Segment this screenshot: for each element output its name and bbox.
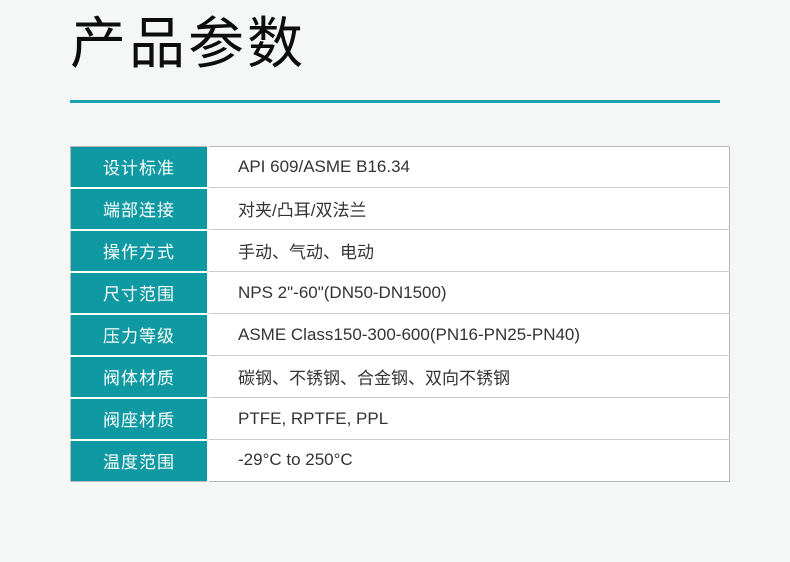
table-row: 温度范围-29°C to 250°C	[71, 440, 730, 482]
spec-table-body: 设计标准API 609/ASME B16.34端部连接对夹/凸耳/双法兰操作方式…	[71, 146, 730, 481]
table-row: 阀体材质碳钢、不锈钢、合金钢、双向不锈钢	[71, 356, 730, 398]
table-row: 压力等级ASME Class150-300-600(PN16-PN25-PN40…	[71, 314, 730, 356]
spec-value: -29°C to 250°C	[208, 440, 730, 482]
spec-value: 手动、气动、电动	[208, 230, 730, 272]
spec-value: ASME Class150-300-600(PN16-PN25-PN40)	[208, 314, 730, 356]
table-row: 操作方式手动、气动、电动	[71, 230, 730, 272]
spec-label: 阀座材质	[71, 398, 209, 440]
product-spec-table: 设计标准API 609/ASME B16.34端部连接对夹/凸耳/双法兰操作方式…	[70, 146, 730, 482]
spec-value: NPS 2"-60"(DN50-DN1500)	[208, 272, 730, 314]
table-row: 阀座材质PTFE, RPTFE, PPL	[71, 398, 730, 440]
title-divider	[70, 100, 720, 103]
spec-label: 尺寸范围	[71, 272, 209, 314]
spec-value: PTFE, RPTFE, PPL	[208, 398, 730, 440]
table-row: 尺寸范围NPS 2"-60"(DN50-DN1500)	[71, 272, 730, 314]
spec-label: 端部连接	[71, 188, 209, 230]
table-row: 设计标准API 609/ASME B16.34	[71, 146, 730, 188]
spec-label: 阀体材质	[71, 356, 209, 398]
spec-label: 温度范围	[71, 440, 209, 482]
page-root: 产品参数 设计标准API 609/ASME B16.34端部连接对夹/凸耳/双法…	[0, 0, 790, 482]
spec-value: 碳钢、不锈钢、合金钢、双向不锈钢	[208, 356, 730, 398]
spec-label: 设计标准	[71, 146, 209, 188]
spec-value: 对夹/凸耳/双法兰	[208, 188, 730, 230]
page-title: 产品参数	[70, 0, 730, 82]
spec-value: API 609/ASME B16.34	[208, 146, 730, 188]
spec-label: 压力等级	[71, 314, 209, 356]
spec-label: 操作方式	[71, 230, 209, 272]
table-row: 端部连接对夹/凸耳/双法兰	[71, 188, 730, 230]
